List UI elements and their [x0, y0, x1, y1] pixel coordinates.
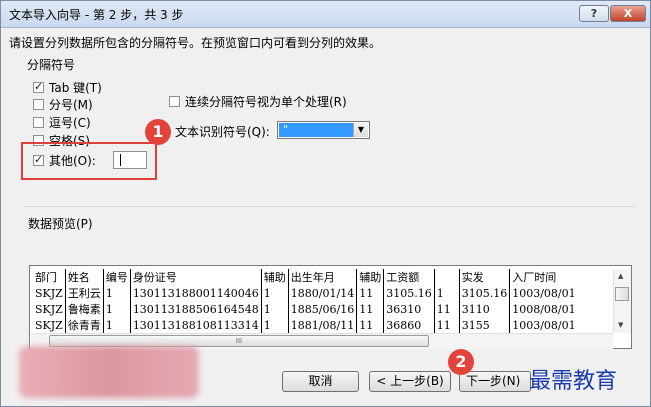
delimiters-group-title: 分隔符号 [27, 56, 76, 73]
preview-cell: 辅助 [356, 269, 384, 285]
vertical-scroll-thumb[interactable] [615, 287, 629, 301]
preview-cell: 王利云 [64, 285, 104, 301]
preview-cell [433, 269, 460, 285]
window-title: 文本导入向导 - 第 2 步，共 3 步 [9, 8, 184, 22]
preview-cell: 身份证号 [129, 269, 262, 285]
preview-cell: 130113188506164548 [129, 301, 262, 317]
preview-cell: SKJZ [35, 302, 63, 316]
highlight-box [21, 142, 157, 180]
preview-cell: SKJZ [35, 286, 63, 300]
chevron-down-icon[interactable]: ▼ [353, 123, 368, 137]
data-preview-label: 数据预览(P) [28, 217, 93, 231]
preview-cell: 1 [102, 285, 131, 301]
preview-cell: 3105.16 [458, 285, 510, 301]
text-import-wizard-window: 文本导入向导 - 第 2 步，共 3 步 ? X 请设置分列数据所包含的分隔符号… [0, 0, 651, 407]
text-qualifier-select[interactable]: " ▼ [277, 121, 370, 139]
preview-cell: 1880/01/14 [287, 285, 357, 301]
preview-cell: 1 [433, 285, 460, 301]
preview-cell: 鲁梅素 [64, 301, 104, 317]
preview-cell: 11 [433, 317, 460, 333]
preview-cell: 11 [433, 301, 460, 317]
preview-cell: 130113188001140046 [129, 285, 262, 301]
preview-cell: 3155 [458, 317, 510, 333]
tab-label: Tab 键(T) [49, 80, 102, 95]
preview-cell: 1881/08/11 [287, 317, 357, 333]
comma-label: 逗号(C) [49, 115, 91, 130]
preview-vertical-scrollbar[interactable]: ▲ ▼ [613, 269, 631, 333]
preview-cell: 11 [356, 285, 384, 301]
comma-checkbox[interactable] [33, 116, 44, 128]
instruction-text: 请设置分列数据所包含的分隔符号。在预览窗口内可看到分列的效果。 [9, 36, 382, 50]
consecutive-checkbox[interactable] [169, 96, 180, 107]
blurred-region [19, 346, 199, 398]
scroll-down-icon[interactable]: ▼ [618, 321, 623, 329]
preview-cell: 入厂时间 [509, 269, 578, 285]
preview-cell: SKJZ [35, 318, 63, 332]
watermark-text: 最需教育 [529, 369, 618, 394]
preview-cell: 11 [356, 317, 384, 333]
preview-cell: 部门 [35, 271, 57, 284]
close-button[interactable]: X [610, 5, 646, 22]
preview-cell: 36860 [383, 317, 435, 333]
preview-cell: 1 [102, 301, 131, 317]
preview-cell: 1885/06/16 [287, 301, 357, 317]
semicolon-delimiter-option[interactable]: 分号(M) [33, 96, 93, 112]
preview-cell: 1008/08/01 [509, 301, 578, 317]
preview-cell: 1 [260, 317, 289, 333]
preview-cell: 3110 [458, 301, 510, 317]
text-qualifier-value: " [279, 123, 353, 137]
preview-cell: 1 [260, 285, 289, 301]
preview-header-row: 部门 姓名 编号 身份证号 辅助 出生年月 辅助 工资额 实发 入厂时间 [33, 269, 578, 285]
preview-cell: 130113188108113314 [129, 317, 262, 333]
preview-cell: 1 [102, 317, 131, 333]
semicolon-label: 分号(M) [49, 97, 93, 112]
preview-cell: 出生年月 [287, 269, 357, 285]
comma-delimiter-option[interactable]: 逗号(C) [33, 114, 91, 130]
preview-table: 部门 姓名 编号 身份证号 辅助 出生年月 辅助 工资额 实发 入厂时间 SKJ… [33, 269, 578, 333]
help-button[interactable]: ? [579, 5, 609, 22]
step-badge-1: 1 [145, 119, 171, 145]
cancel-button[interactable]: 取消 [282, 371, 359, 392]
preview-cell: 实发 [458, 269, 510, 285]
back-button[interactable]: < 上一步(B) [369, 371, 451, 392]
preview-row: SKJZ 王利云 1 130113188001140046 1 1880/01/… [33, 285, 578, 301]
preview-cell: 36310 [383, 301, 435, 317]
next-button[interactable]: 下一步(N) > [459, 371, 531, 392]
tab-delimiter-option[interactable]: Tab 键(T) [33, 79, 102, 95]
semicolon-checkbox[interactable] [33, 98, 44, 110]
consecutive-label: 连续分隔符号视为单个处理(R) [185, 95, 347, 109]
preview-row: SKJZ 徐青青 1 130113188108113314 1 1881/08/… [33, 317, 578, 333]
preview-row: SKJZ 鲁梅素 1 130113188506164548 1 1885/06/… [33, 301, 578, 317]
consecutive-delimiters-option[interactable]: 连续分隔符号视为单个处理(R) [169, 93, 347, 110]
title-bar: 文本导入向导 - 第 2 步，共 3 步 ? X [1, 1, 650, 28]
tab-checkbox[interactable] [33, 80, 44, 93]
preview-cell: 11 [356, 301, 384, 317]
step-badge-2: 2 [448, 349, 474, 375]
preview-cell: 编号 [102, 269, 131, 285]
preview-cell: 姓名 [64, 269, 104, 285]
divider [25, 206, 635, 207]
preview-cell: 1003/08/01 [509, 317, 578, 333]
preview-cell: 工资额 [383, 269, 435, 285]
preview-cell: 徐青青 [64, 317, 104, 333]
preview-cell: 1003/08/01 [509, 285, 578, 301]
preview-cell: 辅助 [260, 269, 289, 285]
preview-cell: 3105.16 [383, 285, 435, 301]
scroll-up-icon[interactable]: ▲ [618, 272, 623, 280]
text-qualifier-label: 文本识别符号(Q): [175, 125, 270, 139]
preview-cell: 1 [260, 301, 289, 317]
